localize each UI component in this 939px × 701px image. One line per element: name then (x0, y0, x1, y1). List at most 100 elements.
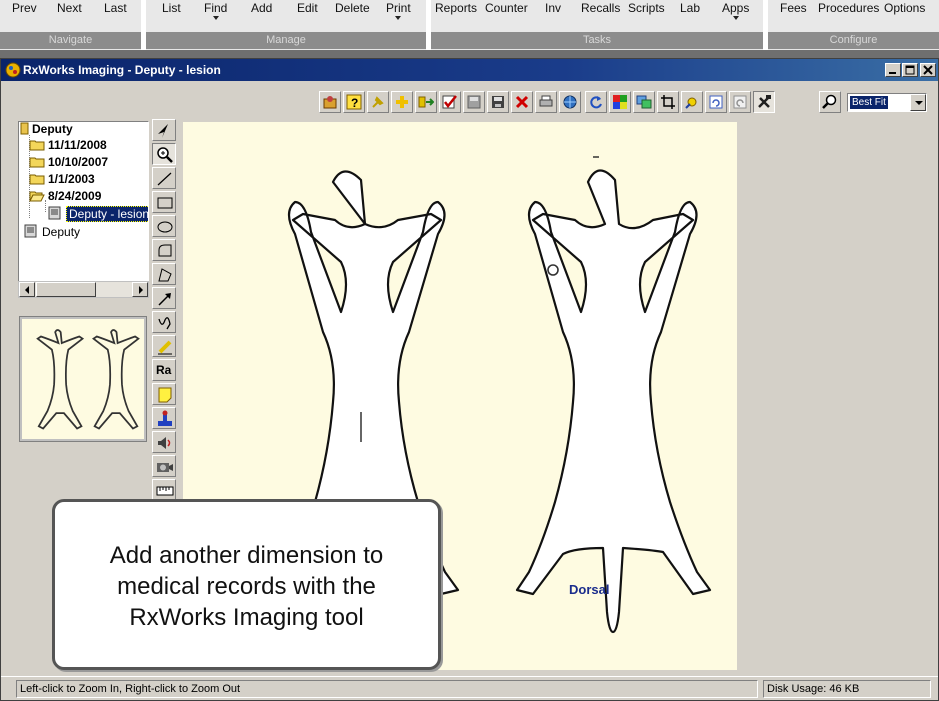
inv-button[interactable]: Inv (545, 1, 561, 15)
color-adjust-button[interactable] (609, 91, 631, 113)
find-label: Find (204, 1, 228, 15)
delete-image-button[interactable] (511, 91, 533, 113)
apps-button[interactable]: Apps (722, 1, 750, 20)
open-folder-icon (29, 191, 45, 202)
tree-date-node[interactable]: 11/11/2008 (29, 138, 107, 153)
tree-date-node[interactable]: 1/1/2003 (29, 172, 95, 187)
redo-button[interactable] (729, 91, 751, 113)
apps-label: Apps (722, 1, 750, 15)
highlighter-tool[interactable] (152, 335, 176, 357)
polygon-tool[interactable] (152, 263, 176, 285)
ellipse-tool[interactable] (152, 215, 176, 237)
tree-root-label: Deputy (32, 122, 73, 136)
camera-tool[interactable] (152, 455, 176, 477)
disk-usage: Disk Usage: 46 KB (763, 680, 931, 698)
text-tool[interactable]: Ra (152, 359, 176, 381)
undo-button[interactable] (705, 91, 727, 113)
scroll-right-button[interactable] (132, 282, 148, 297)
freehand-icon (158, 317, 171, 330)
tree-image-node-selected[interactable]: Deputy - lesion (47, 206, 148, 222)
tree-date-node-expanded[interactable]: 8/24/2009 (29, 189, 101, 204)
fees-button[interactable]: Fees (780, 1, 807, 15)
folder-icon (29, 174, 45, 185)
close-icon (923, 65, 933, 75)
freeform-shape-icon (158, 244, 172, 257)
measure-tool[interactable] (152, 479, 176, 501)
rotate-icon (590, 96, 602, 109)
crop-icon (661, 95, 675, 109)
last-button[interactable]: Last (104, 1, 127, 15)
tree-patient-node[interactable]: Deputy (23, 224, 80, 239)
save-button[interactable] (463, 91, 485, 113)
print-label: Print (386, 1, 411, 15)
polygon-icon (158, 268, 172, 282)
options-button[interactable]: Options (884, 1, 925, 15)
compare-button[interactable] (633, 91, 655, 113)
lab-button[interactable]: Lab (680, 1, 700, 15)
minimize-button[interactable] (885, 63, 901, 77)
rectangle-tool[interactable] (152, 191, 176, 213)
tree-image-label: Deputy - lesion (66, 206, 148, 222)
canvas-background (737, 122, 930, 670)
brightness-button[interactable] (681, 91, 703, 113)
image-thumbnail[interactable] (19, 316, 147, 442)
note-tool[interactable] (152, 383, 176, 405)
configure-caption: Configure (768, 32, 939, 49)
add-button[interactable]: Add (251, 1, 272, 15)
email-button[interactable] (559, 91, 581, 113)
accept-button[interactable] (439, 91, 461, 113)
zoom-button[interactable] (819, 91, 841, 113)
help-icon: ? (346, 94, 362, 110)
help-button[interactable]: ? (343, 91, 365, 113)
tree-date-node[interactable]: 10/10/2007 (29, 155, 108, 170)
maximize-button[interactable] (902, 63, 918, 77)
add-image-button[interactable] (391, 91, 413, 113)
list-button[interactable]: List (162, 1, 181, 15)
recalls-button[interactable]: Recalls (581, 1, 620, 15)
drawing-tools: Ra (151, 119, 178, 501)
import-button[interactable] (415, 91, 437, 113)
next-button[interactable]: Next (57, 1, 82, 15)
save-as-button[interactable] (487, 91, 509, 113)
scroll-left-button[interactable] (19, 282, 35, 297)
pin-button[interactable] (367, 91, 389, 113)
print-button[interactable]: Print (386, 1, 411, 20)
tree-root-node[interactable]: Deputy (20, 122, 73, 137)
prev-button[interactable]: Prev (12, 1, 37, 15)
manage-group: List Find Add Edit Delete Print Manage (146, 0, 426, 50)
select-tool[interactable] (152, 119, 176, 141)
sticky-note-icon (158, 387, 172, 403)
zoom-dropdown-button[interactable] (910, 94, 926, 111)
reports-button[interactable]: Reports (435, 1, 477, 15)
zoom-tool[interactable] (152, 143, 176, 165)
scripts-button[interactable]: Scripts (628, 1, 665, 15)
tools-button[interactable] (753, 91, 775, 113)
line-tool[interactable] (152, 167, 176, 189)
zoom-select[interactable]: Best Fit (847, 93, 927, 112)
window-title-bar[interactable]: RxWorks Imaging - Deputy - lesion (1, 59, 938, 81)
delete-button[interactable]: Delete (335, 1, 370, 15)
image-document-icon (24, 224, 37, 238)
edit-button[interactable]: Edit (297, 1, 318, 15)
rotate-button[interactable] (585, 91, 607, 113)
print-image-button[interactable] (535, 91, 557, 113)
image-document-icon (48, 206, 61, 220)
find-button[interactable]: Find (204, 1, 228, 20)
crop-button[interactable] (657, 91, 679, 113)
close-button[interactable] (920, 63, 936, 77)
scroll-thumb[interactable] (36, 282, 96, 297)
counter-button[interactable]: Counter (485, 1, 528, 15)
patient-icon (323, 96, 337, 109)
speaker-icon (158, 437, 171, 449)
open-patient-button[interactable] (319, 91, 341, 113)
text-tool-icon: Ra (156, 363, 172, 377)
arrow-tool[interactable] (152, 287, 176, 309)
procedures-button[interactable]: Procedures (818, 1, 879, 15)
freehand-tool[interactable] (152, 311, 176, 333)
record-tree[interactable]: Deputy 11/11/2008 10/10/2007 1/1/2003 8/… (18, 121, 149, 297)
rounded-shape-tool[interactable] (152, 239, 176, 261)
tree-horizontal-scrollbar[interactable] (18, 281, 149, 298)
stamp-tool[interactable] (152, 407, 176, 429)
tools-icon (758, 95, 771, 108)
audio-tool[interactable] (152, 431, 176, 453)
